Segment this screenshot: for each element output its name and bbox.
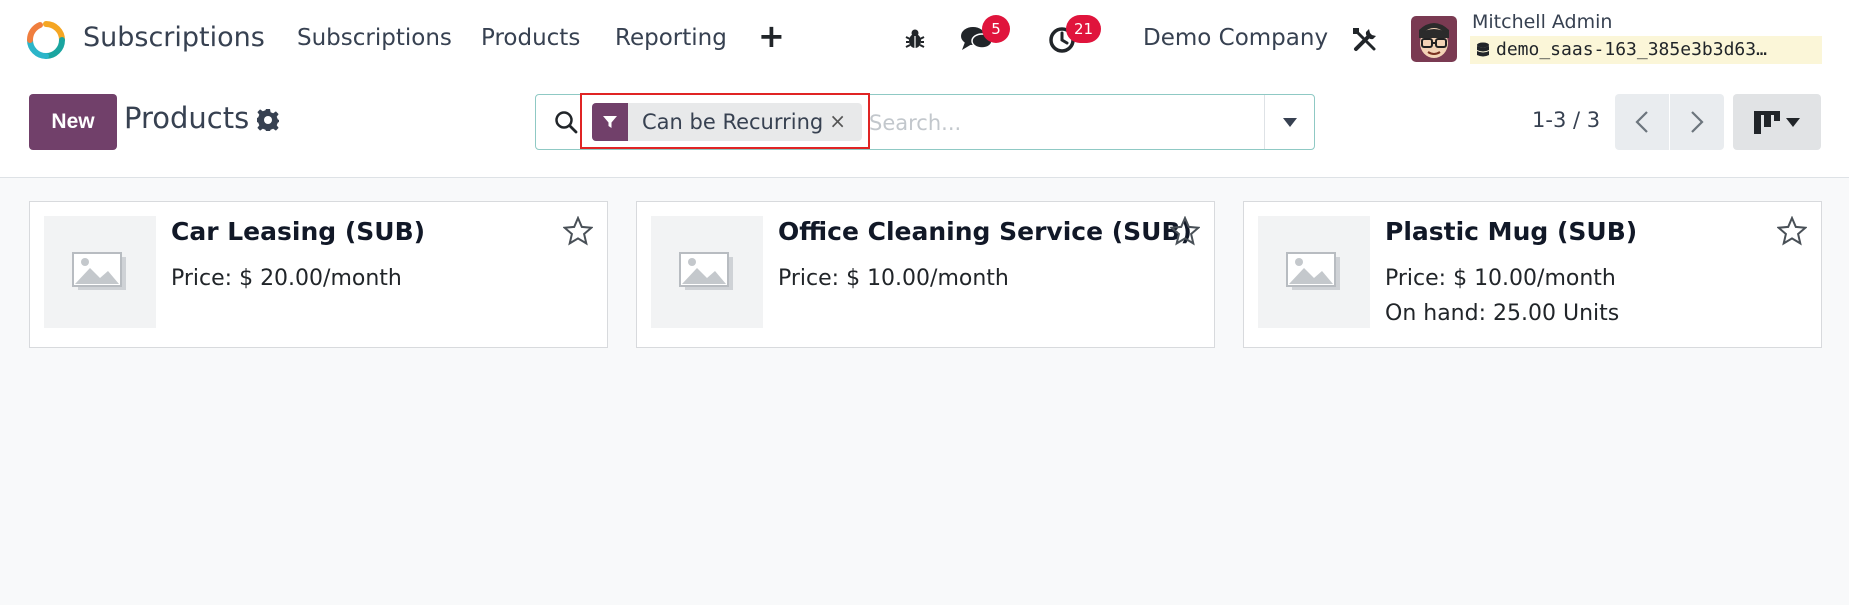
image-placeholder-icon [72, 252, 126, 290]
pager-value[interactable]: 1-3 / 3 [1532, 108, 1600, 132]
product-card[interactable]: Car Leasing (SUB) Price: $ 20.00/month [29, 201, 608, 348]
search-facet: Can be Recurring × [592, 103, 862, 141]
database-name: demo_saas-163_385e3b3d63… [1470, 36, 1822, 64]
plus-icon[interactable]: + [758, 20, 785, 52]
app-title[interactable]: Subscriptions [83, 22, 265, 53]
product-card[interactable]: Office Cleaning Service (SUB) Price: $ 1… [636, 201, 1215, 348]
product-image-placeholder [44, 216, 156, 328]
new-button[interactable]: New [29, 94, 117, 150]
user-avatar[interactable] [1411, 16, 1457, 62]
database-label: demo_saas-163_385e3b3d63… [1496, 39, 1767, 60]
view-switcher-button[interactable] [1733, 94, 1821, 150]
bug-icon[interactable] [903, 27, 927, 51]
caret-down-icon [1786, 117, 1800, 127]
pager-next-button[interactable] [1670, 94, 1724, 150]
product-price: Price: $ 20.00/month [171, 266, 402, 291]
chevron-left-icon [1635, 111, 1648, 133]
control-panel: New Products Can be Recurring × 1-3 / 3 [0, 78, 1849, 178]
search-icon[interactable] [554, 110, 578, 134]
search-input[interactable] [869, 105, 1259, 141]
product-on-hand: On hand: 25.00 Units [1385, 301, 1620, 326]
image-placeholder-icon [679, 252, 733, 290]
filter-icon [592, 103, 628, 141]
remove-facet-icon[interactable]: × [829, 109, 846, 133]
gear-icon[interactable] [256, 108, 280, 132]
messages-badge: 5 [982, 15, 1010, 43]
product-card[interactable]: Plastic Mug (SUB) Price: $ 10.00/month O… [1243, 201, 1822, 348]
favorite-star-icon[interactable] [1777, 216, 1807, 246]
activities-badge: 21 [1066, 15, 1102, 43]
top-navbar: Subscriptions Subscriptions Products Rep… [0, 0, 1849, 78]
product-name: Car Leasing (SUB) [171, 217, 426, 246]
caret-down-icon [1282, 117, 1297, 127]
menu-subscriptions[interactable]: Subscriptions [297, 25, 452, 51]
product-image-placeholder [651, 216, 763, 328]
company-switcher[interactable]: Demo Company [1143, 25, 1328, 51]
database-icon [1477, 42, 1489, 57]
product-price: Price: $ 10.00/month [778, 266, 1009, 291]
kanban-view-icon [1754, 111, 1780, 134]
chevron-right-icon [1691, 111, 1704, 133]
app-logo-icon[interactable] [26, 20, 66, 60]
product-name: Office Cleaning Service (SUB) [778, 217, 1192, 246]
menu-products[interactable]: Products [481, 25, 580, 51]
search-options-toggle[interactable] [1264, 95, 1314, 149]
user-name[interactable]: Mitchell Admin [1472, 11, 1612, 33]
favorite-star-icon[interactable] [1170, 216, 1200, 246]
product-image-placeholder [1258, 216, 1370, 328]
image-placeholder-icon [1286, 252, 1340, 290]
pager-previous-button[interactable] [1615, 94, 1669, 150]
favorite-star-icon[interactable] [563, 216, 593, 246]
search-bar: Can be Recurring × [535, 94, 1315, 150]
menu-reporting[interactable]: Reporting [615, 25, 727, 51]
product-price: Price: $ 10.00/month [1385, 266, 1616, 291]
page-title[interactable]: Products [124, 101, 249, 135]
facet-label: Can be Recurring [642, 110, 824, 134]
product-name: Plastic Mug (SUB) [1385, 217, 1638, 246]
debug-tools-icon[interactable] [1351, 26, 1379, 54]
